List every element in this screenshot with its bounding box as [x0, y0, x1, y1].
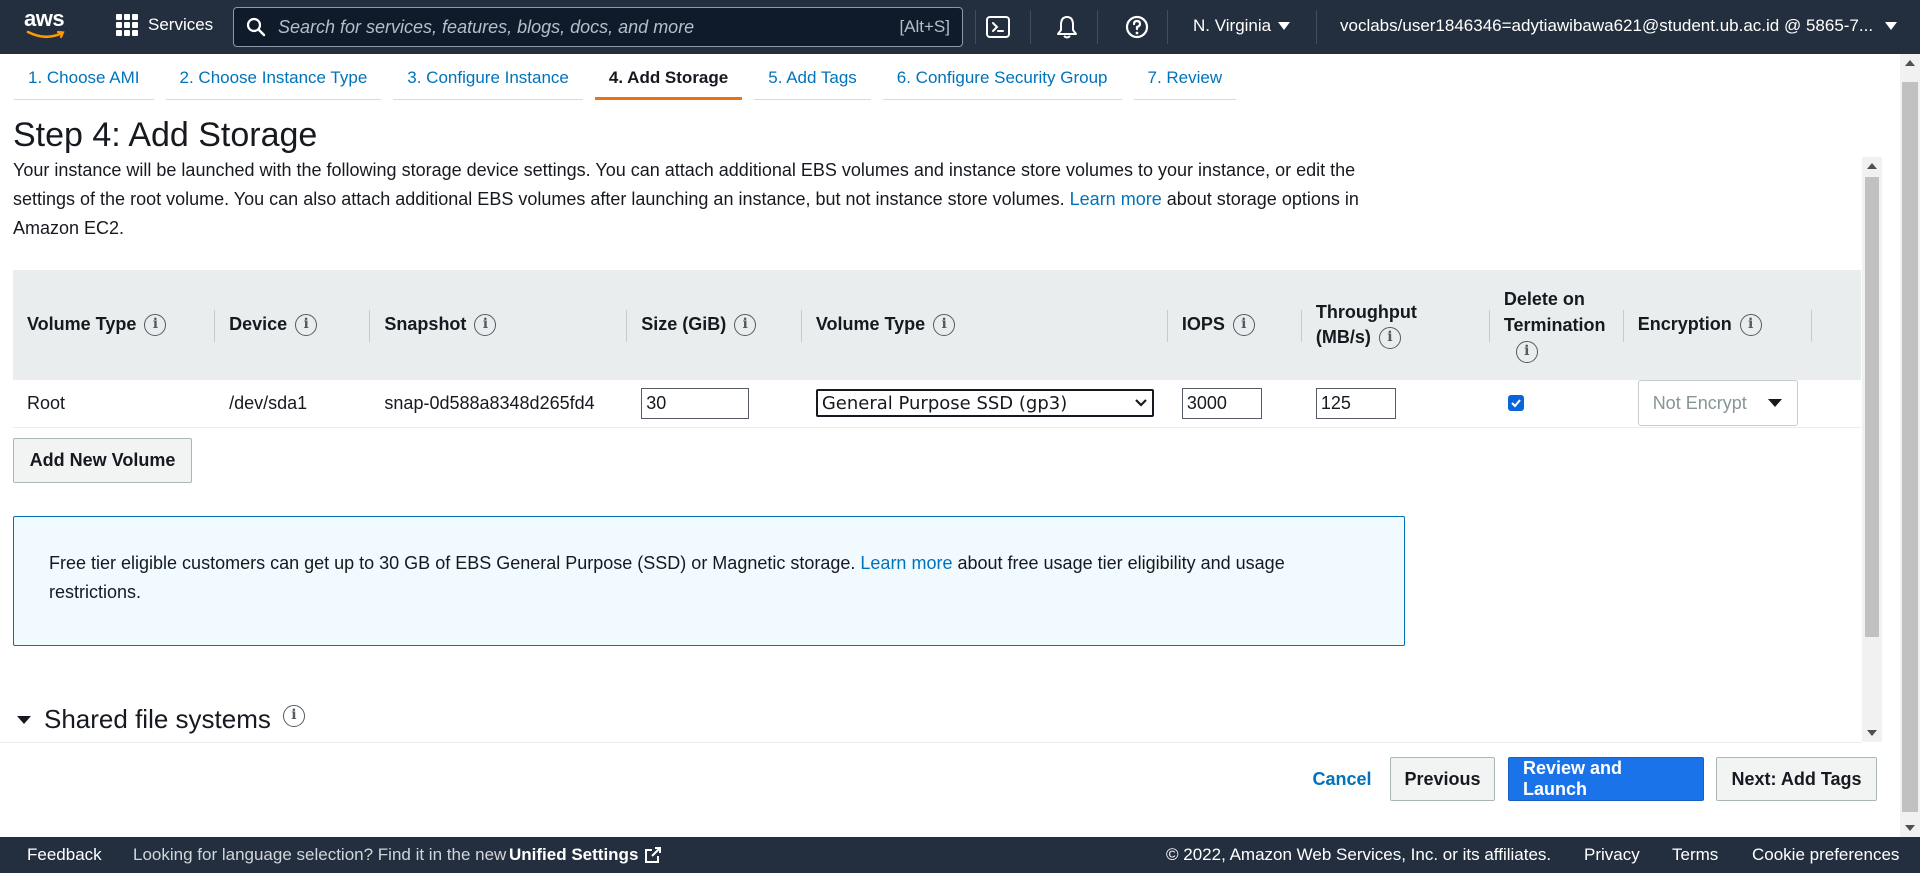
info-icon[interactable]: i: [1232, 314, 1255, 337]
size-input[interactable]: [641, 387, 750, 419]
region-label: N. Virginia: [1193, 16, 1272, 35]
header-snapshot: Snapshot i: [370, 270, 628, 380]
header-volume-type: Volume Type i: [13, 270, 216, 380]
language-notice: Looking for language selection? Find it …: [133, 845, 507, 864]
cell-snapshot: snap-0d588a8348d265fd4: [370, 380, 628, 428]
next-add-tags-button[interactable]: Next: Add Tags: [1716, 757, 1877, 801]
feedback-link[interactable]: Feedback: [27, 845, 102, 865]
volume-type-select[interactable]: General Purpose SSD (gp3): [815, 389, 1154, 418]
scroll-thumb: [1902, 82, 1918, 812]
cookie-preferences-link[interactable]: Cookie preferences: [1752, 845, 1899, 865]
privacy-link[interactable]: Privacy: [1584, 845, 1640, 865]
caret-down-icon: [1767, 399, 1782, 408]
header-size: Size (GiB) i: [627, 270, 802, 380]
aws-logo-text: aws: [24, 6, 65, 31]
caret-down-icon: [1278, 22, 1291, 30]
shared-file-systems-title: Shared file systems: [44, 704, 271, 734]
shared-file-systems-section[interactable]: Shared file systems i: [16, 704, 305, 735]
header-throughput: Throughput (MB/s) i: [1301, 270, 1490, 380]
info-icon[interactable]: i: [1739, 314, 1762, 337]
header-iops: IOPS i: [1167, 270, 1302, 380]
account-label: voclabs/user1846346=adytiawibawa621@stud…: [1340, 16, 1874, 35]
bell-icon[interactable]: [1054, 14, 1080, 40]
table-row: Root /dev/sda1 snap-0d588a8348d265fd4 Ge…: [13, 380, 1861, 428]
top-navigation: aws Services [Alt+S] N. Virgin: [0, 0, 1920, 54]
scroll-thumb: [1865, 177, 1879, 637]
external-link-icon: [645, 847, 662, 863]
terms-link[interactable]: Terms: [1672, 845, 1718, 865]
page-scrollbar[interactable]: [1900, 54, 1920, 837]
account-menu[interactable]: voclabs/user1846346=adytiawibawa621@stud…: [1340, 16, 1898, 36]
caret-down-icon: [1884, 22, 1897, 30]
add-new-volume-button[interactable]: Add New Volume: [13, 438, 192, 483]
tab-add-storage[interactable]: 4. Add Storage: [594, 54, 743, 100]
aws-logo[interactable]: aws: [24, 8, 72, 44]
tab-configure-instance[interactable]: 3. Configure Instance: [393, 54, 583, 100]
check-icon: [1511, 399, 1521, 408]
unified-settings-link[interactable]: Unified Settings: [509, 845, 662, 865]
aws-smile-icon: [26, 30, 65, 39]
scroll-down-arrow: [1867, 730, 1877, 736]
info-icon[interactable]: i: [282, 704, 305, 727]
chevron-down-icon: [1135, 399, 1147, 407]
header-delete-on-termination: Delete on Termination i: [1489, 270, 1624, 380]
main-content: Step 4: Add Storage Your instance will b…: [0, 100, 1862, 740]
page-title: Step 4: Add Storage: [13, 116, 318, 154]
header-encryption: Encryption i: [1623, 270, 1812, 380]
cell-device: /dev/sda1: [215, 380, 371, 428]
volume-type-selected: General Purpose SSD (gp3): [821, 392, 1068, 414]
tab-review[interactable]: 7. Review: [1133, 54, 1237, 100]
free-tier-alert: Free tier eligible customers can get up …: [13, 516, 1405, 646]
cell-volume-type: Root: [13, 380, 216, 428]
copyright-text: © 2022, Amazon Web Services, Inc. or its…: [1166, 845, 1552, 864]
info-icon[interactable]: i: [1378, 327, 1401, 350]
search-box[interactable]: [Alt+S]: [233, 7, 963, 47]
caret-down-icon: [17, 715, 31, 724]
scroll-down-arrow: [1905, 825, 1915, 831]
learn-more-free-tier-link[interactable]: Learn more: [860, 553, 952, 573]
info-icon[interactable]: i: [933, 314, 956, 337]
page-description: Your instance will be launched with the …: [13, 160, 1359, 238]
table-header-row: Volume Type i Device i Snapshot i Size (GiB…: [13, 270, 1861, 380]
services-menu-button[interactable]: Services: [116, 14, 213, 36]
learn-more-storage-link[interactable]: Learn more: [1070, 189, 1162, 209]
scroll-up-arrow: [1905, 60, 1915, 66]
tab-choose-instance-type[interactable]: 2. Choose Instance Type: [165, 54, 382, 100]
wizard-tabs: 1. Choose AMI 2. Choose Instance Type 3.…: [14, 54, 1248, 100]
iops-input[interactable]: [1181, 387, 1262, 419]
info-icon[interactable]: i: [144, 314, 167, 337]
throughput-input[interactable]: [1315, 387, 1396, 419]
header-volume-type-select: Volume Type i: [801, 270, 1168, 380]
delete-on-termination-checkbox[interactable]: [1507, 394, 1524, 411]
search-shortcut: [Alt+S]: [899, 17, 950, 36]
cancel-button[interactable]: Cancel: [1300, 757, 1384, 801]
header-device: Device i: [215, 270, 371, 380]
search-icon: [246, 17, 266, 37]
storage-table: Volume Type i Device i Snapshot i Size (GiB…: [13, 270, 1861, 428]
previous-button[interactable]: Previous: [1390, 757, 1495, 801]
encryption-selected: Not Encrypt: [1652, 392, 1747, 413]
grid-icon: [116, 14, 138, 36]
scroll-up-arrow: [1867, 163, 1877, 169]
tab-add-tags[interactable]: 5. Add Tags: [754, 54, 871, 100]
tab-configure-security-group[interactable]: 6. Configure Security Group: [882, 54, 1122, 100]
help-icon[interactable]: [1124, 14, 1150, 40]
info-icon[interactable]: i: [1515, 341, 1538, 364]
footer: Feedback Looking for language selection?…: [0, 837, 1920, 873]
cloudshell-icon[interactable]: [985, 14, 1011, 40]
info-icon[interactable]: i: [474, 314, 497, 337]
review-and-launch-button[interactable]: Review and Launch: [1508, 757, 1704, 801]
content-scrollbar[interactable]: [1862, 157, 1882, 742]
info-icon[interactable]: i: [734, 314, 757, 337]
services-label: Services: [148, 15, 214, 34]
region-selector[interactable]: N. Virginia: [1193, 16, 1291, 36]
encryption-select[interactable]: Not Encrypt: [1637, 380, 1798, 427]
search-input[interactable]: [276, 15, 900, 39]
info-icon[interactable]: i: [295, 314, 318, 337]
tab-choose-ami[interactable]: 1. Choose AMI: [14, 54, 154, 100]
